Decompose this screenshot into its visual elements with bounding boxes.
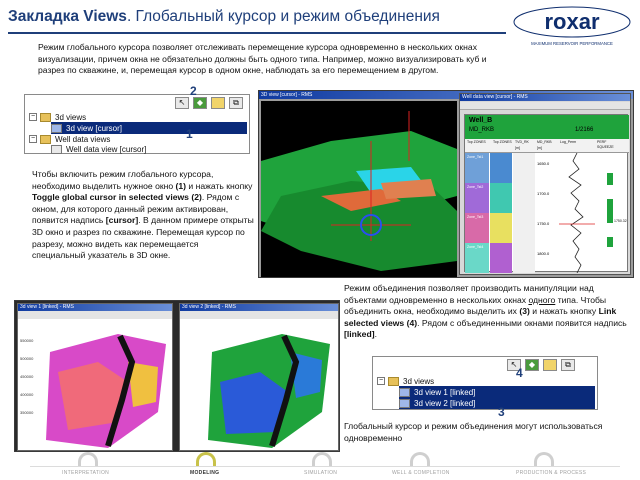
link-instructions: Режим объединения позволяет производить … — [344, 283, 627, 340]
modeling-ring-icon — [196, 452, 216, 466]
production-process-ring-icon — [534, 452, 554, 466]
collapse-icon[interactable]: − — [29, 135, 37, 143]
well-completion-ring-icon — [410, 452, 430, 466]
cursor-instructions: Чтобы включить режим глобального курсора… — [32, 169, 254, 261]
view2-titlebar: 3d view 2 [linked] - RMS — [180, 304, 338, 311]
well-toolbar — [460, 102, 630, 110]
well-window-titlebar: Well data view [cursor] - RMS — [460, 94, 630, 101]
linked-view-2-scene — [208, 334, 330, 448]
zones-column-2 — [490, 153, 512, 273]
linked-view-2[interactable]: 3d view 2 [linked] - RMS — [179, 303, 339, 451]
toggle-global-cursor-button[interactable]: ◆ — [525, 359, 539, 371]
collapse-icon[interactable]: − — [377, 377, 385, 385]
views-panel-cursor: ↖ ◆ ⧉ − 3d views 3d view [cursor] − Well… — [24, 94, 250, 154]
well-data-window[interactable]: Well data view [cursor] - RMS Well_B MD_… — [459, 93, 631, 275]
callout-2: 2 — [190, 84, 197, 98]
views-toolbar: ↖ ◆ ⧉ — [175, 97, 243, 109]
combined-mode-note: Глобальный курсор и режим объединения мо… — [344, 421, 603, 443]
window-icon — [51, 144, 62, 154]
nav-divider — [30, 466, 620, 467]
svg-text:roxar: roxar — [544, 9, 599, 34]
folder-icon[interactable] — [543, 359, 557, 371]
nav-interpretation[interactable]: INTERPRETATION — [62, 470, 109, 476]
view1-toolbar — [18, 311, 172, 319]
title-rest: . Глобальный курсор и режим объединения — [126, 8, 440, 25]
title-rule — [8, 32, 506, 34]
well-col-headers: Top ZONES Top ZONES TVD_RK [m] MD_RKB [m… — [465, 139, 629, 153]
view1-titlebar: 3d view 1 [linked] - RMS — [18, 304, 172, 311]
zone-band: Zone_Tst4 — [465, 243, 489, 273]
screenshot-linked-3d-views: 3d view 1 [linked] - RMS 550000 500000 4… — [14, 300, 340, 452]
folder-icon — [40, 134, 51, 144]
zone-band: Zone_Tst2 — [465, 183, 489, 213]
callout-1: 1 — [186, 127, 193, 141]
simulation-ring-icon — [312, 452, 332, 466]
collapse-icon[interactable]: − — [29, 113, 37, 121]
well-scale: 1/2166 — [575, 127, 594, 133]
linked-view-1[interactable]: 3d view 1 [linked] - RMS 550000 500000 4… — [17, 303, 173, 451]
linked-view-1-scene — [46, 334, 166, 448]
roxar-logo: roxar MAXIMUM RESERVOIR PERFORMANCE — [513, 6, 631, 46]
3d-scene[interactable] — [261, 101, 457, 277]
intro-text: Режим глобального курсора позволяет отсл… — [38, 42, 487, 75]
window-icon — [51, 123, 62, 133]
callout-3: 3 — [498, 405, 505, 419]
zone-band: Zone_Tst1 — [465, 153, 489, 183]
folder-icon — [388, 376, 399, 386]
nav-well-completion[interactable]: WELL & COMPLETION — [392, 470, 450, 476]
zone-band: Zone_Tst3 — [465, 213, 489, 243]
interpretation-ring-icon — [78, 452, 98, 466]
tvd-column — [513, 153, 535, 273]
folder-icon — [40, 112, 51, 122]
toggle-global-cursor-button[interactable]: ◆ — [193, 97, 207, 109]
window-icon — [399, 398, 410, 408]
perm-log — [559, 153, 595, 273]
tree-item-3d-view-2-linked[interactable]: 3d view 2 [linked] — [399, 397, 595, 409]
window-icon — [399, 387, 410, 397]
screenshot-3d-and-well-view: 3D view [cursor] - RMS Well data view [c… — [258, 90, 634, 278]
nav-simulation[interactable]: SIMULATION — [304, 470, 337, 476]
nav-modeling[interactable]: MODELING — [190, 470, 219, 476]
callout-4: 4 — [516, 366, 523, 380]
well-md: MD_RKB — [469, 127, 495, 133]
view2-toolbar — [180, 311, 338, 319]
well-plot: Well_B MD_RKB 1/2166 Top ZONES Top ZONES… — [464, 114, 629, 273]
views-panel-linked: ↖ ◆ ⧉ − 3d views 3d view 1 [linked] 3d v… — [372, 356, 598, 410]
link-selected-views-button[interactable]: ⧉ — [561, 359, 575, 371]
svg-text:MAXIMUM RESERVOIR PERFORMANCE: MAXIMUM RESERVOIR PERFORMANCE — [531, 41, 613, 46]
md-column: 1650.0 1700.0 1750.0 1800.0 — [537, 161, 550, 256]
link-views-button[interactable]: ⧉ — [229, 97, 243, 109]
folder-icon[interactable] — [211, 97, 225, 109]
slide-title: Закладка Views. Глобальный курсор и режи… — [8, 8, 440, 26]
perf-column: 1750.32 — [597, 153, 627, 273]
bottom-nav: INTERPRETATION MODELING SIMULATION WELL … — [0, 450, 640, 480]
cursor-icon[interactable]: ↖ — [175, 97, 189, 109]
well-name: Well_B — [469, 117, 493, 124]
zones-column: Zone_Tst1 Zone_Tst2 Zone_Tst3 Zone_Tst4 — [465, 153, 489, 273]
title-bold: Закладка Views — [8, 8, 127, 25]
tree-item-well-data-view-cursor[interactable]: Well data view [cursor] — [51, 143, 146, 155]
nav-production-process[interactable]: PRODUCTION & PROCESS — [516, 470, 586, 476]
